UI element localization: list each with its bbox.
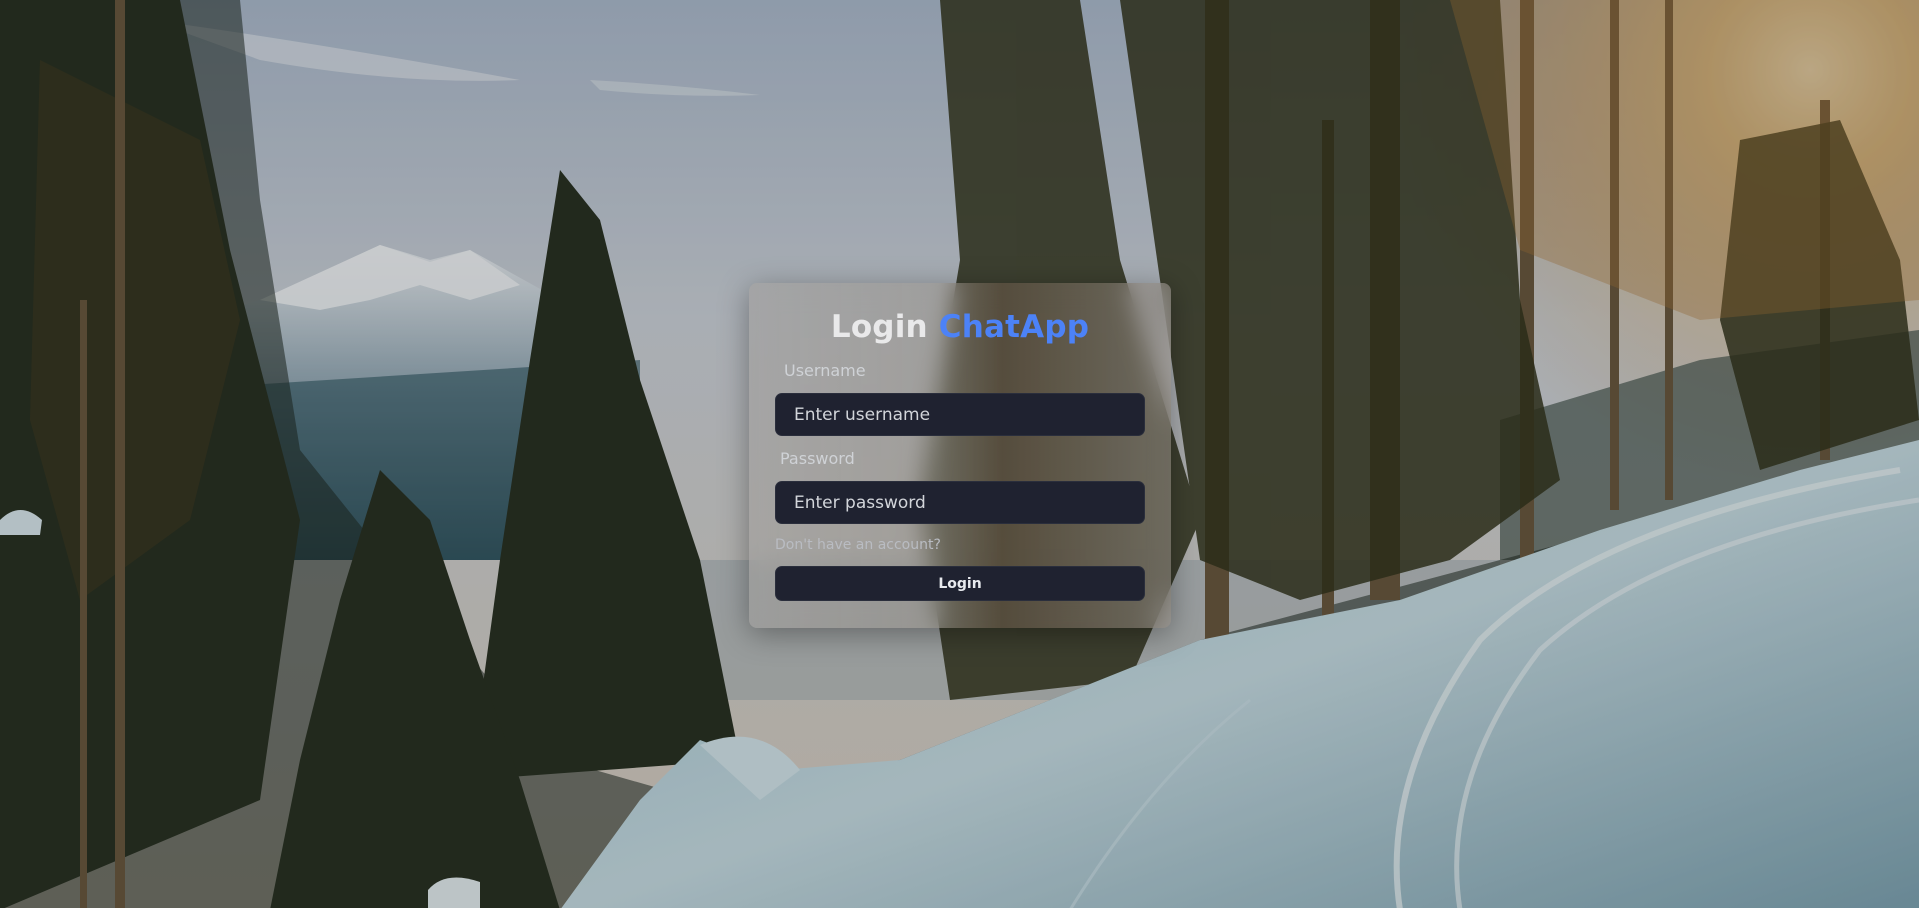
title-app-name: ChatApp xyxy=(938,309,1090,345)
login-card: Login ChatApp Username Password Don't ha… xyxy=(749,283,1171,628)
password-input[interactable] xyxy=(775,481,1145,524)
title-login-text: Login xyxy=(830,309,928,345)
signup-link[interactable]: Don't have an account? xyxy=(775,537,941,553)
username-input[interactable] xyxy=(775,393,1145,436)
page-title: Login ChatApp xyxy=(749,309,1171,345)
login-button[interactable]: Login xyxy=(775,566,1145,601)
password-label: Password xyxy=(780,449,855,468)
username-label: Username xyxy=(784,361,866,380)
login-page: Login ChatApp Username Password Don't ha… xyxy=(0,0,1919,910)
